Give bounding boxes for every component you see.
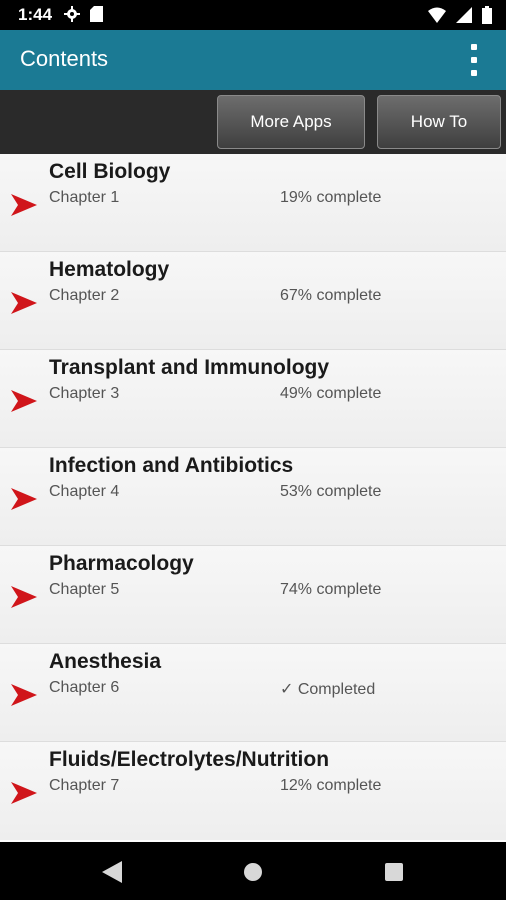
chevron-right-icon xyxy=(11,390,37,412)
overflow-menu-icon xyxy=(471,44,477,50)
chapter-progress: 49% complete xyxy=(280,385,382,402)
chevron-right-icon xyxy=(11,488,37,510)
chapter-list: Cell Biology Chapter 1 19% complete Hema… xyxy=(0,154,506,842)
chapter-row-3[interactable]: Transplant and Immunology Chapter 3 49% … xyxy=(0,350,506,448)
chapter-title: Infection and Antibiotics xyxy=(49,454,294,477)
recents-button[interactable] xyxy=(382,860,406,884)
chapter-progress: 74% complete xyxy=(280,581,382,598)
chevron-right-icon xyxy=(11,292,37,314)
chapter-progress: 19% complete xyxy=(280,189,382,206)
chapter-row-2[interactable]: Hematology Chapter 2 67% complete xyxy=(0,252,506,350)
chapter-progress: 67% complete xyxy=(280,287,382,304)
chevron-right-icon xyxy=(11,586,37,608)
status-bar: 1:44 xyxy=(0,0,506,30)
app-bar: Contents xyxy=(0,30,506,90)
navigation-bar xyxy=(0,842,506,900)
chapter-title: Anesthesia xyxy=(49,650,162,673)
status-icons-left xyxy=(64,6,103,22)
chapter-number: Chapter 2 xyxy=(49,287,120,304)
sd-card-icon xyxy=(90,6,103,22)
back-button[interactable] xyxy=(100,860,124,884)
gear-icon xyxy=(64,6,80,22)
chapter-row-1[interactable]: Cell Biology Chapter 1 19% complete xyxy=(0,154,506,252)
chapter-number: Chapter 1 xyxy=(49,189,120,206)
home-icon xyxy=(244,863,262,881)
chapter-title: Fluids/Electrolytes/Nutrition xyxy=(49,748,330,771)
chapter-number: Chapter 4 xyxy=(49,483,120,500)
chapter-progress: ✓ Completed xyxy=(280,681,376,698)
signal-icon xyxy=(456,7,472,23)
overflow-menu-icon-dot xyxy=(471,70,477,76)
chapter-number: Chapter 5 xyxy=(49,581,120,598)
toolbar: More Apps How To xyxy=(0,90,506,154)
chapter-progress: 53% complete xyxy=(280,483,382,500)
overflow-menu-icon-dot xyxy=(471,57,477,63)
chapter-title: Cell Biology xyxy=(49,160,171,183)
wifi-icon xyxy=(428,7,446,23)
battery-icon xyxy=(482,6,492,24)
home-button[interactable] xyxy=(241,860,265,884)
overflow-menu-button[interactable] xyxy=(464,42,484,78)
chevron-right-icon xyxy=(11,194,37,216)
chevron-right-icon xyxy=(11,684,37,706)
recents-icon xyxy=(385,863,403,881)
chapter-number: Chapter 7 xyxy=(49,777,120,794)
chapter-number: Chapter 3 xyxy=(49,385,120,402)
back-icon xyxy=(102,861,122,883)
chapter-number: Chapter 6 xyxy=(49,679,120,696)
chapter-title: Hematology xyxy=(49,258,170,281)
page-title: Contents xyxy=(20,46,109,71)
chapter-progress: 12% complete xyxy=(280,777,382,794)
chapter-title: Transplant and Immunology xyxy=(49,356,330,379)
more-apps-button[interactable]: More Apps xyxy=(217,95,365,149)
chevron-right-icon xyxy=(11,782,37,804)
chapter-row-6[interactable]: Anesthesia Chapter 6 ✓ Completed xyxy=(0,644,506,742)
chapter-row-4[interactable]: Infection and Antibiotics Chapter 4 53% … xyxy=(0,448,506,546)
chapter-row-5[interactable]: Pharmacology Chapter 5 74% complete xyxy=(0,546,506,644)
chapter-title: Pharmacology xyxy=(49,552,194,575)
status-time: 1:44 xyxy=(18,5,53,24)
how-to-button[interactable]: How To xyxy=(377,95,501,149)
status-icons-right xyxy=(428,6,492,24)
chapter-row-7[interactable]: Fluids/Electrolytes/Nutrition Chapter 7 … xyxy=(0,742,506,840)
